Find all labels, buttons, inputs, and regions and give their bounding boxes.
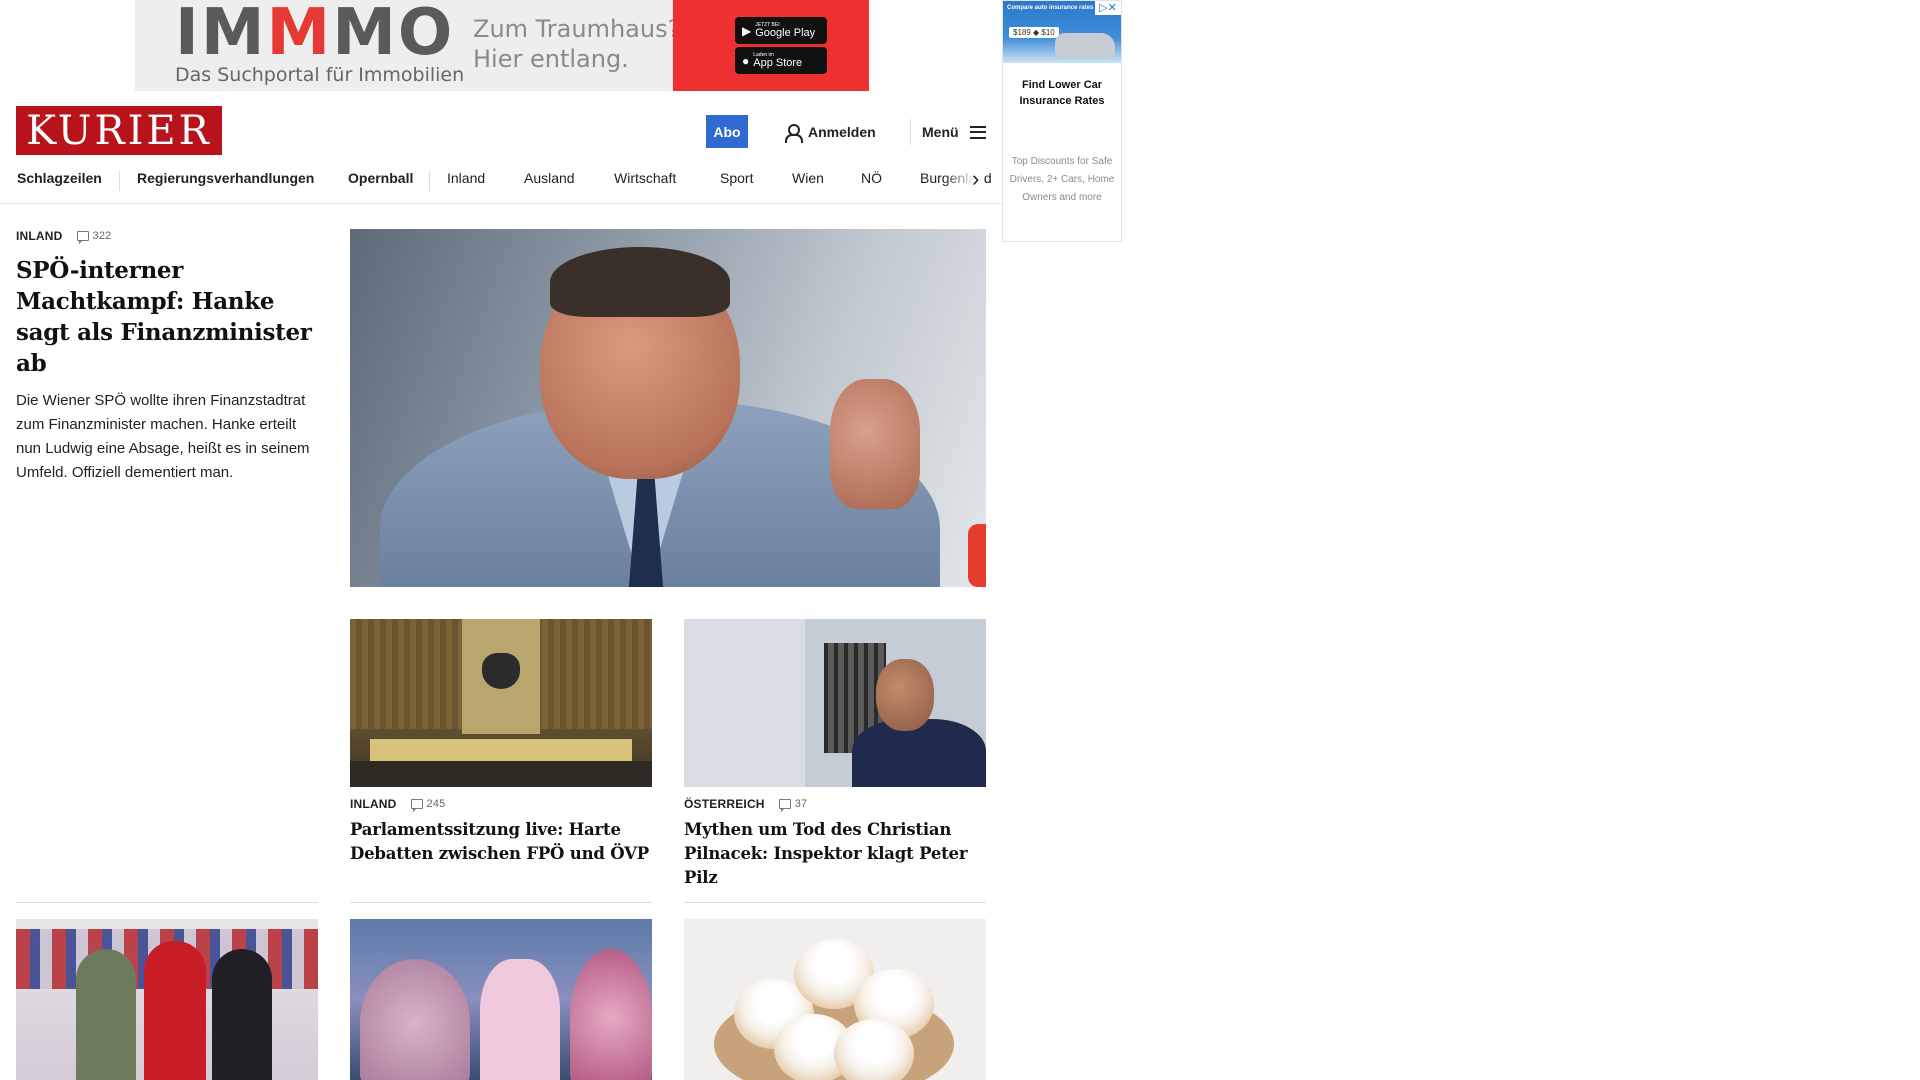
google-play-icon: ▶	[742, 23, 752, 38]
article-headline[interactable]: Mythen um Tod des Christian Pilnacek: In…	[684, 818, 986, 890]
article-meta: INLAND 245	[350, 797, 652, 812]
ad-claim: Zum Traumhaus? Hier entlang.	[473, 14, 680, 74]
comment-icon	[778, 799, 791, 812]
article-headline[interactable]: Parlamentssitzung live: Harte Debatten z…	[350, 818, 652, 866]
ad-store-panel: ▶ JETZT BEI Google Play ● Laden im App Sto…	[673, 0, 869, 91]
menu-label: Menü	[922, 124, 959, 140]
comment-count[interactable]: 37	[778, 798, 808, 812]
nav-item-ausland[interactable]: Ausland	[524, 170, 575, 186]
side-ad-image-caption: Compare auto insurance rates	[1007, 5, 1094, 11]
side-ad[interactable]: Compare auto insurance rates $189 ◆ $10 …	[1002, 0, 1122, 242]
chevron-right-icon[interactable]: ›	[972, 166, 979, 192]
comment-count-value: 245	[426, 798, 446, 810]
ad-claim-line-1: Zum Traumhaus?	[473, 15, 681, 43]
lead-article[interactable]: INLAND 322 SPÖ-interner Machtkampf: Hank…	[16, 229, 320, 485]
menu-button[interactable]: Menü	[922, 120, 986, 144]
app-store-button[interactable]: ● Laden im App Store	[735, 47, 827, 74]
article-card[interactable]	[684, 919, 986, 1080]
section-divider	[684, 902, 986, 903]
article-card[interactable]	[350, 919, 652, 1080]
comment-count[interactable]: 322	[76, 230, 112, 244]
nav-separator	[429, 171, 430, 191]
comment-icon	[76, 231, 89, 244]
ad-subtitle: Das Suchportal für Immobilien	[175, 64, 465, 86]
section-divider	[16, 902, 318, 903]
section-nav: Schlagzeilen Regierungsverhandlungen Ope…	[0, 164, 1002, 204]
app-store-label: App Store	[753, 56, 803, 69]
abo-button[interactable]: Abo	[706, 115, 748, 148]
nav-item-regierungsverhandlungen[interactable]: Regierungsverhandlungen	[137, 170, 314, 186]
login-button[interactable]: Anmelden	[784, 120, 876, 144]
nav-item-noe[interactable]: NÖ	[861, 170, 882, 186]
category-label[interactable]: ÖSTERREICH	[684, 797, 765, 811]
article-card[interactable]: ÖSTERREICH 37 Mythen um Tod des Christia…	[684, 619, 986, 890]
comment-count-value: 37	[794, 798, 808, 810]
nav-item-sport[interactable]: Sport	[720, 170, 753, 186]
nav-item-inland[interactable]: Inland	[447, 170, 485, 186]
category-label[interactable]: INLAND	[16, 229, 63, 243]
section-divider	[350, 902, 652, 903]
kurier-logo[interactable]: KURIER	[16, 106, 222, 155]
article-image-fashion[interactable]	[16, 919, 318, 1080]
apple-icon: ●	[742, 53, 750, 68]
nav-item-schlagzeilen[interactable]: Schlagzeilen	[17, 170, 102, 186]
article-image-parliament[interactable]	[350, 619, 652, 787]
lead-teaser: Die Wiener SPÖ wollte ihren Finanzstadtr…	[16, 392, 310, 481]
lead-image[interactable]	[350, 229, 986, 587]
nav-item-wirtschaft[interactable]: Wirtschaft	[614, 170, 676, 186]
car-image	[1055, 33, 1115, 57]
article-image-show[interactable]	[350, 919, 652, 1080]
comment-count-value: 322	[92, 230, 112, 242]
nav-item-wien[interactable]: Wien	[792, 170, 824, 186]
ad-brand-logo: IMMMO	[175, 0, 455, 70]
side-ad-description: Top Discounts for Safe Drivers, 2+ Cars,…	[1009, 156, 1115, 203]
google-play-label: Google Play	[755, 26, 816, 39]
comment-count[interactable]: 245	[410, 798, 446, 812]
ad-choices-icon[interactable]: ▷✕	[1095, 1, 1121, 15]
comment-icon	[410, 799, 423, 812]
header-divider	[910, 119, 911, 145]
nav-item-opernball[interactable]: Opernball	[348, 170, 413, 186]
lead-headline[interactable]: SPÖ-interner Machtkampf: Hanke sagt als …	[16, 255, 320, 379]
login-label: Anmelden	[808, 124, 876, 140]
side-ad-price-tag: $189 ◆ $10	[1009, 27, 1059, 38]
hamburger-icon	[969, 125, 986, 139]
lead-meta: INLAND 322	[16, 229, 320, 244]
article-image-portrait[interactable]	[684, 619, 986, 787]
user-icon	[784, 123, 803, 143]
google-play-button[interactable]: ▶ JETZT BEI Google Play	[735, 17, 827, 44]
top-banner-ad[interactable]: IMMMO Das Suchportal für Immobilien Zum …	[135, 0, 869, 91]
article-card[interactable]: INLAND 245 Parlamentssitzung live: Harte…	[350, 619, 652, 866]
article-image-krapfen[interactable]	[684, 919, 986, 1080]
ad-claim-line-2: Hier entlang.	[473, 45, 629, 73]
article-meta: ÖSTERREICH 37	[684, 797, 986, 812]
category-label[interactable]: INLAND	[350, 797, 397, 811]
side-ad-headline[interactable]: Find Lower Car Insurance Rates	[1003, 77, 1121, 109]
nav-separator	[119, 171, 120, 191]
article-card[interactable]	[16, 919, 318, 1080]
